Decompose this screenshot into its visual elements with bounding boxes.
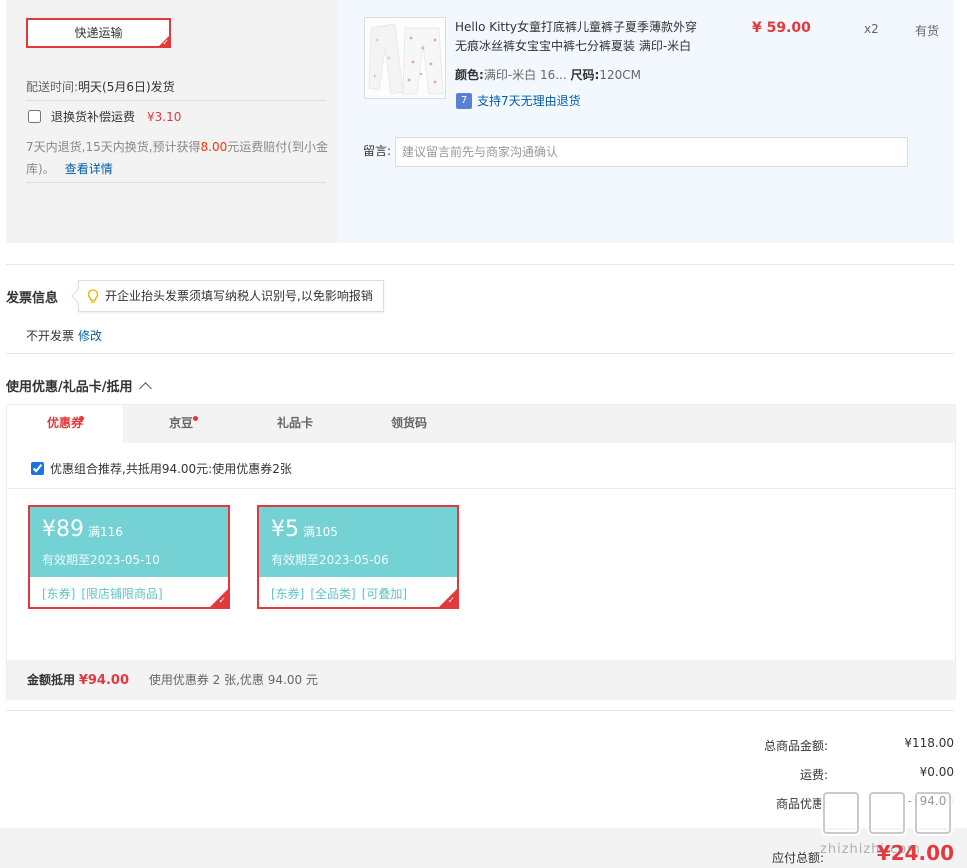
watermark-site: zhizhizhi.com: [820, 842, 921, 857]
payable-label: 应付总额:: [772, 851, 825, 865]
summary-label: 金额抵用: [27, 673, 76, 687]
coupon-panel: 优惠券 京豆 礼品卡 领货码 优惠组合推荐,共抵用94.00元:使用优惠券2张 …: [6, 404, 956, 700]
coupon-tags: [东券] [全品类] [可叠加]: [271, 585, 413, 602]
divider: [26, 182, 326, 183]
product-panel: Hello Kitty女童打底裤儿童裤子夏季薄款外穿无痕冰丝裤女宝宝中裤七分裤夏…: [338, 0, 954, 243]
product-quantity: x2: [864, 22, 879, 36]
goods-total-value: ¥118.00: [904, 736, 954, 750]
discount-label: 商品优惠:: [775, 797, 828, 811]
divider: [7, 488, 955, 489]
divider: [6, 264, 954, 265]
tab-jingdou[interactable]: 京豆: [123, 405, 239, 443]
check-icon: ✓: [218, 596, 226, 606]
express-shipping-button[interactable]: 快递运输 ✓: [26, 18, 171, 48]
product-price: ¥ 59.00: [752, 20, 811, 36]
coupon-amount: ¥89: [42, 517, 84, 542]
check-icon: ✓: [447, 596, 455, 606]
seven-day-return: 7 支持7天无理由退货: [456, 92, 581, 109]
product-stock-status: 有货: [915, 24, 940, 38]
invoice-value: 不开发票 修改: [26, 329, 103, 343]
coupon-summary: 金额抵用 ¥94.00 使用优惠券 2 张,优惠 94.00 元: [7, 660, 955, 700]
goods-total-label: 总商品金额:: [763, 739, 828, 753]
product-size: 120CM: [599, 68, 641, 82]
divider: [26, 100, 326, 101]
coupon-tag: [东券]: [42, 587, 76, 601]
chevron-up-icon: [138, 381, 152, 395]
combo-text: 优惠组合推荐,共抵用94.00元:使用优惠券2张: [50, 462, 292, 476]
coupon-tabs: 优惠券 京豆 礼品卡 领货码: [7, 405, 955, 443]
return-note: 7天内退货,15天内换货,预计获得8.00元运费赔付(到小金库)。 查看详情: [26, 140, 328, 176]
coupon-section-toggle[interactable]: 使用优惠/礼品卡/抵用: [6, 376, 152, 395]
coupon-tags: [东券] [限店铺限商品]: [42, 585, 169, 602]
invoice-tip: 开企业抬头发票须填写纳税人识别号,以免影响报销: [70, 280, 384, 312]
product-color: 满印-米白 16...: [483, 68, 567, 82]
return-note-amount: 8.00: [200, 140, 228, 154]
divider: [6, 353, 954, 354]
combo-recommendation[interactable]: 优惠组合推荐,共抵用94.00元:使用优惠券2张: [31, 460, 292, 477]
check-icon: ✓: [162, 38, 169, 47]
coupon-tag: [可叠加]: [361, 587, 408, 601]
product-image[interactable]: [364, 17, 446, 99]
coupon-condition: 满116: [88, 525, 123, 539]
tab-gift-card[interactable]: 礼品卡: [239, 405, 351, 443]
product-attributes: 颜色:满印-米白 16... 尺码:120CM: [455, 68, 641, 82]
coupon-header: ¥89 满116 有效期至2023-05-10: [30, 507, 228, 577]
delivery-time: 配送时间:明天(5月6日)发货: [26, 80, 175, 94]
divider: [6, 710, 954, 711]
coupon-tag: [东券]: [271, 587, 305, 601]
coupon-tag: [限店铺限商品]: [81, 587, 163, 601]
summary-amount: ¥94.00: [78, 673, 130, 688]
combo-checkbox[interactable]: [31, 462, 44, 475]
shipping-fee-label: 运费:: [799, 768, 828, 782]
express-shipping-label: 快递运输: [74, 26, 123, 40]
delivery-time-value: 明天(5月6日)发货: [78, 80, 175, 94]
invoice-edit-link[interactable]: 修改: [78, 329, 102, 343]
return-compensation-label: 退换货补偿运费: [51, 110, 136, 124]
lightbulb-icon: [87, 289, 99, 303]
invoice-tip-text: 开企业抬头发票须填写纳税人识别号,以免影响报销: [105, 289, 373, 303]
product-title[interactable]: Hello Kitty女童打底裤儿童裤子夏季薄款外穿无痕冰丝裤女宝宝中裤七分裤夏…: [455, 18, 705, 56]
tab-coupons[interactable]: 优惠券: [7, 405, 123, 443]
coupon-section-title: 使用优惠/礼品卡/抵用: [6, 380, 133, 395]
view-details-link[interactable]: 查看详情: [65, 162, 113, 176]
coupon-expiry: 有效期至2023-05-06: [271, 553, 389, 567]
tip-arrow: [70, 288, 86, 304]
shipping-options: 快递运输 ✓ 配送时间:明天(5月6日)发货 退换货补偿运费 ¥3.10 7天内…: [6, 0, 338, 243]
return-compensation-price: ¥3.10: [147, 109, 182, 124]
notification-dot: [79, 416, 84, 421]
invoice-title: 发票信息: [6, 291, 59, 306]
coupon-tag: [全品类]: [310, 587, 356, 601]
return-compensation-option[interactable]: 退换货补偿运费 ¥3.10: [28, 108, 181, 125]
message-label: 留言:: [363, 144, 392, 158]
coupon-card[interactable]: ¥89 满116 有效期至2023-05-10 [东券] [限店铺限商品] ✓: [28, 505, 230, 609]
shipping-section: 快递运输 ✓ 配送时间:明天(5月6日)发货 退换货补偿运费 ¥3.10 7天内…: [6, 0, 954, 243]
coupon-condition: 满105: [303, 525, 338, 539]
message-input[interactable]: [395, 137, 908, 167]
notification-dot: [193, 416, 198, 421]
summary-text: 使用优惠券 2 张,优惠 94.00 元: [148, 673, 318, 687]
seven-day-return-text: 支持7天无理由退货: [477, 94, 581, 108]
coupon-header: ¥5 满105 有效期至2023-05-06: [259, 507, 457, 577]
coupon-card[interactable]: ¥5 满105 有效期至2023-05-06 [东券] [全品类] [可叠加] ✓: [257, 505, 459, 609]
return-compensation-checkbox[interactable]: [28, 110, 41, 123]
return-badge-icon: 7: [456, 92, 472, 109]
tab-redeem-code[interactable]: 领货码: [351, 405, 467, 443]
coupon-expiry: 有效期至2023-05-10: [42, 553, 160, 567]
shipping-fee-value: ¥0.00: [919, 765, 954, 779]
coupon-amount: ¥5: [271, 517, 299, 542]
